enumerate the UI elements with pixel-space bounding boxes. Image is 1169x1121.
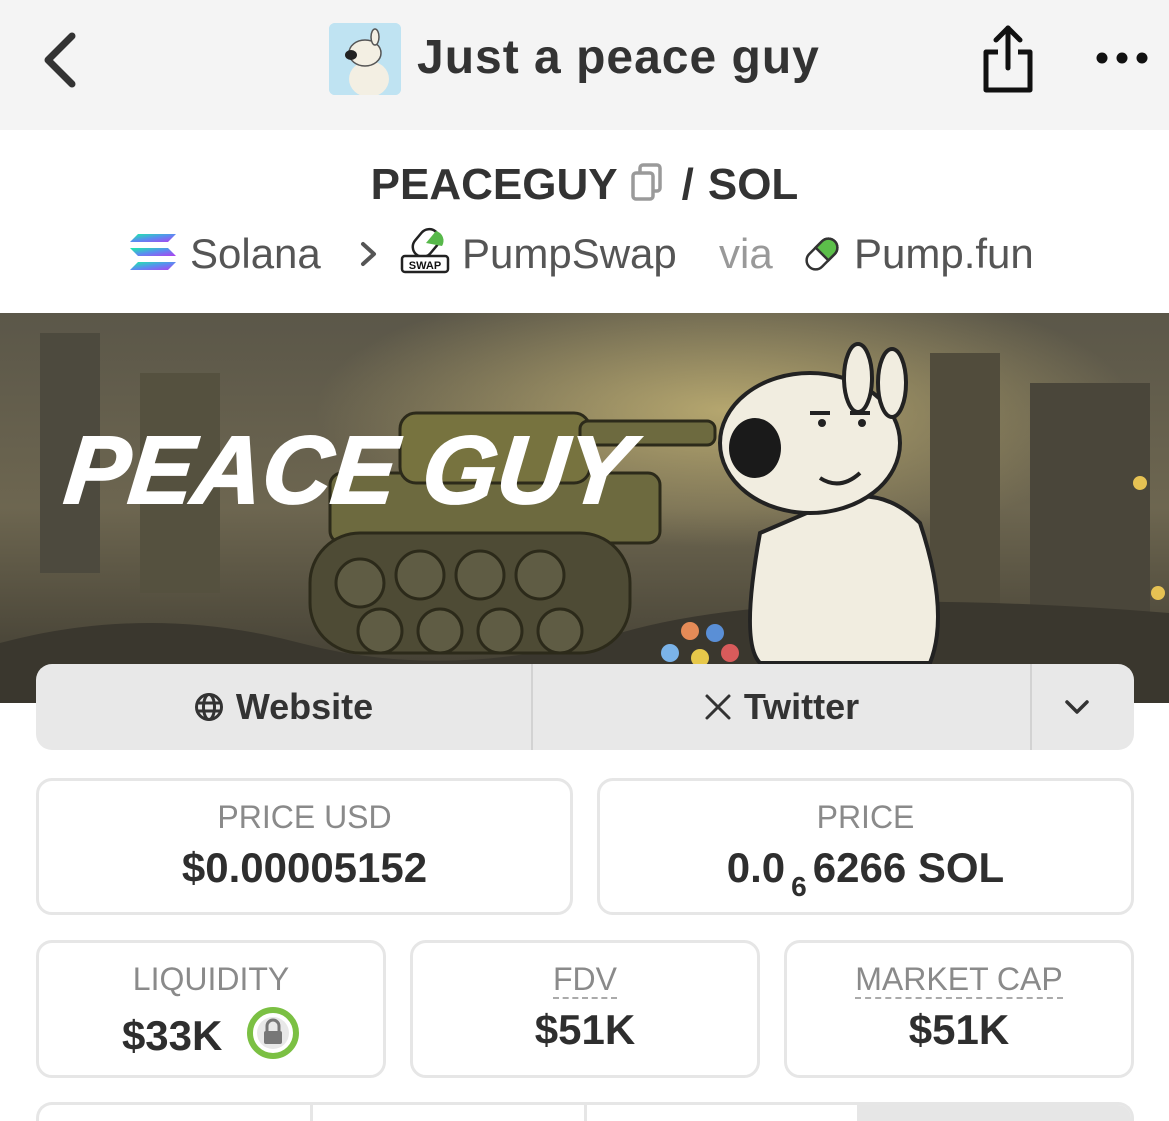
page-title: Just a peace guy	[417, 31, 820, 84]
svg-text:SWAP: SWAP	[409, 260, 441, 272]
twitter-label: Twitter	[743, 686, 860, 727]
pair-title: PEACEGUY / SOL	[0, 160, 1169, 216]
launchpad-link[interactable]: Pump.fun	[800, 226, 1034, 282]
solana-icon	[130, 234, 176, 270]
chain-label: Solana	[190, 230, 321, 277]
chain-link[interactable]: Solana	[128, 226, 321, 282]
timeframe-tabs	[36, 1102, 1134, 1121]
more-options-button[interactable]	[1090, 38, 1154, 78]
chevron-down-icon	[1065, 700, 1089, 714]
fdv-label[interactable]: FDV	[553, 961, 617, 999]
share-icon	[983, 25, 1033, 93]
back-button[interactable]	[36, 30, 86, 90]
tab-4[interactable]	[860, 1105, 1131, 1121]
banner-headline: PEACE GUY	[60, 417, 644, 524]
price-native-card: PRICE 0.0 6 6266 SOL	[597, 778, 1134, 915]
fdv-card: FDV $51K	[410, 940, 760, 1078]
tab-2[interactable]	[313, 1105, 587, 1121]
dex-link[interactable]: SWAP PumpSwap	[400, 226, 677, 282]
lock-icon[interactable]	[246, 1006, 300, 1060]
market-cap-label[interactable]: MARKET CAP	[855, 961, 1063, 999]
liquidity-value: $33K	[39, 1006, 383, 1060]
pill-icon	[805, 237, 839, 271]
pair-quote: SOL	[707, 160, 799, 209]
pair-separator: /	[681, 160, 694, 209]
token-avatar	[329, 23, 401, 95]
fdv-value: $51K	[534, 1006, 636, 1053]
price-usd-value: $0.00005152	[181, 844, 428, 891]
pair-base: PEACEGUY	[370, 160, 618, 209]
dex-label: PumpSwap	[462, 230, 677, 277]
market-cap-value: $51K	[908, 1006, 1010, 1053]
more-links-dropdown[interactable]	[1032, 664, 1134, 750]
liquidity-card: LIQUIDITY $33K	[36, 940, 386, 1078]
price-usd-label: PRICE USD	[217, 799, 392, 835]
market-cap-card: MARKET CAP $51K	[784, 940, 1134, 1078]
tab-3[interactable]	[587, 1105, 861, 1121]
liquidity-label: LIQUIDITY	[132, 961, 290, 997]
chevron-left-icon	[44, 32, 76, 88]
x-logo-icon	[705, 694, 731, 720]
social-links-bar: Website Twitter	[36, 664, 1134, 750]
copy-button[interactable]	[630, 162, 664, 201]
copy-icon	[630, 163, 662, 201]
share-button[interactable]	[978, 22, 1038, 96]
token-banner: PEACE GUY	[0, 313, 1169, 703]
globe-icon	[194, 693, 223, 721]
launchpad-label: Pump.fun	[854, 230, 1034, 277]
top-bar: Just a peace guy	[0, 0, 1169, 130]
chevron-right-icon	[356, 226, 382, 282]
website-button[interactable]: Website	[36, 664, 533, 750]
price-native-value: 0.0 6 6266 SOL	[726, 844, 1005, 902]
price-native-label: PRICE	[816, 799, 915, 835]
pumpswap-icon: SWAP	[400, 227, 450, 274]
tab-1[interactable]	[39, 1105, 313, 1121]
twitter-button[interactable]: Twitter	[533, 664, 1032, 750]
via-text: via	[719, 230, 773, 277]
ellipsis-icon	[1096, 52, 1148, 64]
price-usd-card: PRICE USD $0.00005152	[36, 778, 573, 915]
website-label: Website	[235, 686, 374, 727]
route-row: Solana SWAP PumpSwap via Pump.fun	[0, 226, 1169, 282]
